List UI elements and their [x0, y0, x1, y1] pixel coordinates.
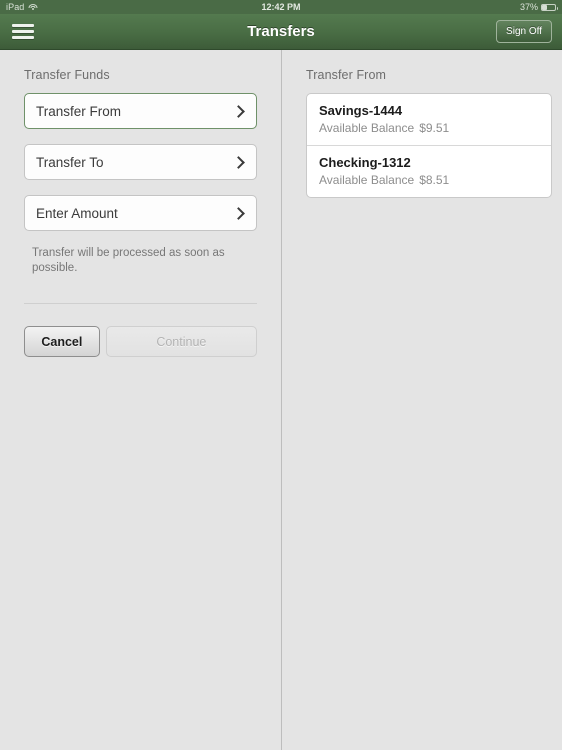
chevron-right-icon	[232, 155, 245, 169]
battery-icon	[541, 3, 558, 11]
account-name: Checking-1312	[319, 155, 411, 170]
chevron-right-icon	[232, 104, 245, 118]
transfer-from-label: Transfer From	[36, 103, 122, 119]
clock-label: 12:42 PM	[261, 2, 301, 12]
account-balance: Available Balance $9.51	[319, 121, 539, 135]
processing-helper-text: Transfer will be processed as soon as po…	[32, 247, 225, 274]
wifi-icon	[28, 3, 38, 11]
carrier-label: iPad	[6, 2, 25, 12]
status-bar-right: 37%	[519, 2, 558, 12]
form-divider	[24, 303, 257, 304]
account-balance: Available Balance $8.51	[319, 173, 539, 187]
continue-button: Continue	[105, 326, 257, 357]
enter-amount-field[interactable]: Enter Amount	[24, 195, 257, 231]
cancel-button[interactable]: Cancel	[24, 326, 100, 357]
enter-amount-label: Enter Amount	[36, 205, 118, 221]
transfer-from-field[interactable]: Transfer From	[24, 93, 257, 129]
status-bar-left: iPad	[6, 2, 38, 12]
balance-amount: $8.51	[419, 173, 450, 187]
sign-off-button[interactable]: Sign Off	[496, 20, 552, 43]
page-title: Transfers	[247, 23, 315, 40]
transfer-form-pane: Transfer Funds Transfer From Transfer To…	[0, 50, 282, 750]
chevron-right-icon	[232, 206, 245, 220]
transfer-to-label: Transfer To	[36, 154, 104, 170]
status-bar: iPad 12:42 PM 37%	[0, 0, 562, 14]
list-item[interactable]: Savings-1444 Available Balance $9.51	[307, 94, 551, 146]
account-list: Savings-1444 Available Balance $9.51 Chec…	[306, 93, 552, 198]
battery-percent-label: 37%	[519, 2, 538, 12]
list-item[interactable]: Checking-1312 Available Balance $8.51	[307, 146, 551, 197]
account-picker-pane: Transfer From Savings-1444 Available Bal…	[282, 50, 562, 750]
main-content: Transfer Funds Transfer From Transfer To…	[0, 50, 562, 750]
balance-amount: $9.51	[419, 121, 450, 135]
transfer-funds-heading: Transfer Funds	[24, 68, 110, 82]
hamburger-menu-icon[interactable]	[10, 19, 40, 45]
transfer-to-field[interactable]: Transfer To	[24, 144, 257, 180]
balance-label: Available Balance	[319, 173, 415, 187]
form-actions: Cancel Continue	[24, 326, 257, 357]
balance-label: Available Balance	[319, 121, 415, 135]
transfer-from-heading: Transfer From	[306, 68, 387, 82]
account-name: Savings-1444	[319, 103, 403, 118]
navigation-bar: Transfers Sign Off	[0, 14, 562, 50]
